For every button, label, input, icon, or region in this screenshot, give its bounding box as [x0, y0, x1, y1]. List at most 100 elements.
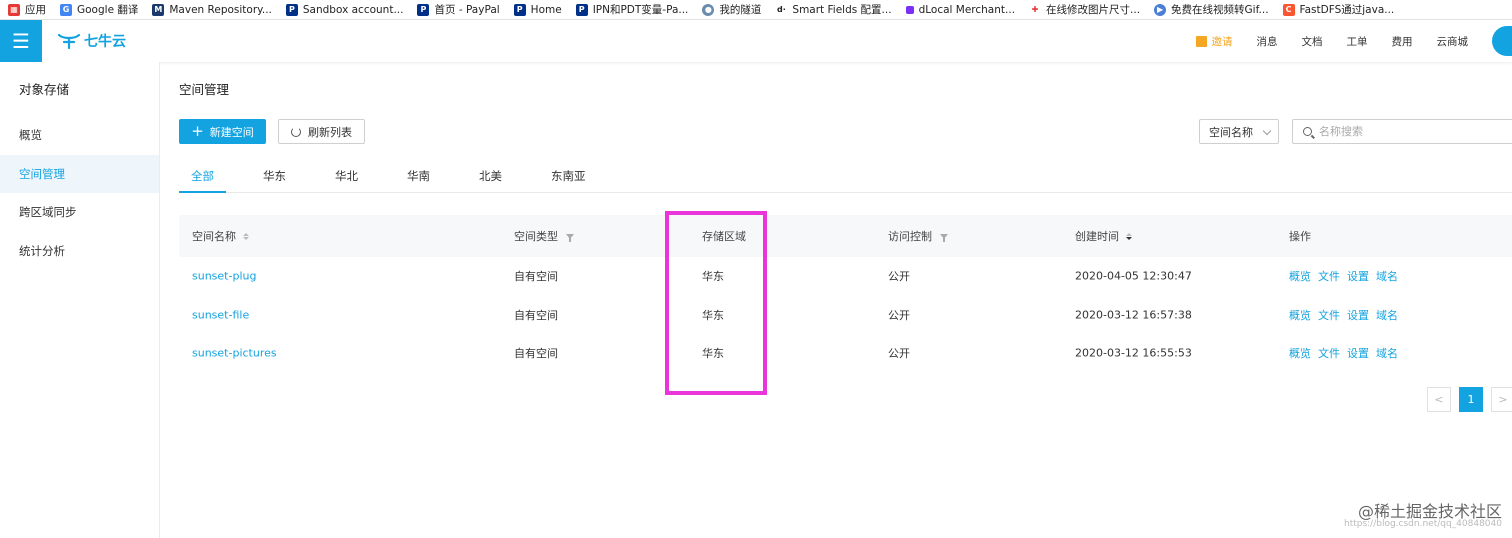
action-domains[interactable]: 域名 [1376, 307, 1398, 323]
bucket-created: 2020-04-05 12:30:47 [1075, 269, 1192, 283]
paypal-icon: P [417, 3, 430, 16]
sidebar-title: 对象存储 [19, 82, 70, 97]
sidebar-item-statistics[interactable]: 统计分析 [0, 232, 159, 271]
table-row: sunset-plug 自有空间 华东 公开 2020-04-05 12:30:… [179, 257, 1512, 296]
maven-icon: M [152, 3, 165, 16]
table-row: sunset-pictures 自有空间 华东 公开 2020-03-12 16… [179, 334, 1512, 373]
header-access-control[interactable]: 访问控制 [888, 228, 948, 244]
nav-tickets[interactable]: 工单 [1347, 34, 1368, 49]
bookmark-paypal-home[interactable]: P 首页 - PayPal [417, 2, 500, 17]
nav-marketplace[interactable]: 云商城 [1437, 34, 1469, 49]
bucket-created: 2020-03-12 16:57:38 [1075, 308, 1192, 322]
bookmark-apps[interactable]: ▦ 应用 [8, 2, 46, 17]
bucket-type: 自有空间 [514, 270, 558, 284]
header-bucket-type[interactable]: 空间类型 [514, 228, 574, 244]
page-1-button[interactable]: 1 [1459, 387, 1483, 412]
row-actions: 概览 文件 设置 域名 [1289, 307, 1405, 323]
avatar[interactable] [1492, 26, 1512, 56]
action-settings[interactable]: 设置 [1347, 307, 1369, 323]
nav-messages[interactable]: 消息 [1257, 34, 1278, 49]
logo[interactable]: 七牛云 [58, 31, 126, 51]
action-domains[interactable]: 域名 [1376, 345, 1398, 361]
paypal-icon: P [513, 3, 526, 16]
nav-docs[interactable]: 文档 [1302, 34, 1323, 49]
paypal-icon: P [575, 3, 588, 16]
tab-south-china[interactable]: 华南 [395, 162, 442, 193]
chevron-down-icon [1262, 126, 1272, 136]
action-settings[interactable]: 设置 [1347, 268, 1369, 284]
header-created-time[interactable]: 创建时间 [1075, 228, 1132, 244]
tab-southeast-asia[interactable]: 东南亚 [539, 162, 598, 193]
purple-square-icon [905, 5, 914, 14]
bookmark-dlocal[interactable]: dLocal Merchant... [905, 4, 1015, 16]
action-files[interactable]: 文件 [1318, 345, 1340, 361]
bookmark-tunnel[interactable]: ● 我的隧道 [702, 2, 761, 17]
bucket-access: 公开 [888, 347, 910, 361]
header-bucket-name[interactable]: 空间名称 [192, 228, 249, 244]
table-header: 空间名称 空间类型 存储区域 访问控制 创建时间 操作 [179, 215, 1512, 257]
tab-north-america[interactable]: 北美 [467, 162, 514, 193]
action-files[interactable]: 文件 [1318, 268, 1340, 284]
sidebar-item-overview[interactable]: 概览 [0, 116, 159, 155]
gift-icon [1195, 35, 1207, 47]
bookmark-home[interactable]: P Home [513, 3, 562, 16]
sort-icon [243, 232, 249, 240]
invite-link[interactable]: 邀请 [1195, 34, 1233, 49]
csdn-icon: C [1282, 3, 1295, 16]
bucket-name-link[interactable]: sunset-pictures [192, 347, 277, 360]
nav-billing[interactable]: 费用 [1392, 34, 1413, 49]
nav-right: 邀请 消息 文档 工单 费用 云商城 [1195, 20, 1512, 62]
dlocal-icon: d· [775, 3, 788, 16]
bookmark-fastdfs[interactable]: C FastDFS通过java... [1282, 2, 1394, 17]
next-page-button[interactable]: > [1491, 387, 1512, 412]
action-overview[interactable]: 概览 [1289, 307, 1311, 323]
tab-all[interactable]: 全部 [179, 162, 226, 193]
bucket-table: 空间名称 空间类型 存储区域 访问控制 创建时间 操作 sunset-plug … [179, 215, 1512, 373]
hamburger-icon: ☰ [12, 29, 30, 53]
page-title: 空间管理 [179, 82, 230, 97]
row-actions: 概览 文件 设置 域名 [1289, 268, 1405, 284]
refresh-list-button[interactable]: 刷新列表 [278, 119, 365, 144]
bookmark-video-gif[interactable]: ▶ 免费在线视频转Gif... [1154, 2, 1269, 17]
table-row: sunset-file 自有空间 华东 公开 2020-03-12 16:57:… [179, 296, 1512, 335]
pagination: < 1 > [1427, 387, 1512, 412]
action-domains[interactable]: 域名 [1376, 268, 1398, 284]
new-bucket-button[interactable]: + 新建空间 [179, 119, 266, 144]
sidebar-item-bucket-management[interactable]: 空间管理 [0, 154, 159, 193]
action-settings[interactable]: 设置 [1347, 345, 1369, 361]
qiniu-logo-icon [58, 33, 80, 49]
filter-icon [566, 233, 574, 242]
sort-desc-icon [1126, 232, 1132, 240]
bucket-name-link[interactable]: sunset-plug [192, 270, 256, 283]
main-content: 空间管理 +新建空间 刷新列表 空间名称 全部 华东 华北 华南 北美 东南亚 … [160, 62, 1512, 538]
sidebar-item-cross-region-sync[interactable]: 跨区域同步 [0, 193, 159, 232]
prev-page-button[interactable]: < [1427, 387, 1451, 412]
bucket-access: 公开 [888, 308, 910, 322]
header-actions: 操作 [1289, 230, 1311, 243]
tab-east-china[interactable]: 华东 [251, 162, 298, 193]
watermark-url: https://blog.csdn.net/qq_40848040 [1343, 519, 1502, 529]
bucket-type: 自有空间 [514, 347, 558, 361]
bucket-type: 自有空间 [514, 308, 558, 322]
bookmark-resize[interactable]: ✚ 在线修改图片尺寸... [1029, 2, 1140, 17]
video-icon: ▶ [1154, 3, 1167, 16]
bookmark-sandbox[interactable]: P Sandbox account... [285, 3, 403, 16]
bookmark-ipn[interactable]: P IPN和PDT变量-Pa... [575, 2, 688, 17]
bucket-created: 2020-03-12 16:55:53 [1075, 346, 1192, 360]
search-field-select[interactable]: 空间名称 [1199, 119, 1279, 144]
bookmark-maven[interactable]: M Maven Repository... [152, 3, 272, 16]
region-tabs: 全部 华东 华北 华南 北美 东南亚 [179, 162, 1512, 193]
menu-button[interactable]: ☰ [0, 20, 42, 62]
action-overview[interactable]: 概览 [1289, 268, 1311, 284]
tab-north-china[interactable]: 华北 [323, 162, 370, 193]
bookmark-smart-fields[interactable]: d· Smart Fields 配置... [775, 2, 892, 17]
bucket-name-link[interactable]: sunset-file [192, 308, 249, 321]
region-column-highlight-box [665, 211, 767, 395]
action-overview[interactable]: 概览 [1289, 345, 1311, 361]
action-files[interactable]: 文件 [1318, 307, 1340, 323]
search-input[interactable] [1319, 125, 1499, 138]
bookmark-google-translate[interactable]: G Google 翻译 [60, 2, 138, 17]
plus-icon: + [191, 122, 204, 140]
search-icon [1303, 127, 1312, 136]
row-actions: 概览 文件 设置 域名 [1289, 345, 1405, 361]
